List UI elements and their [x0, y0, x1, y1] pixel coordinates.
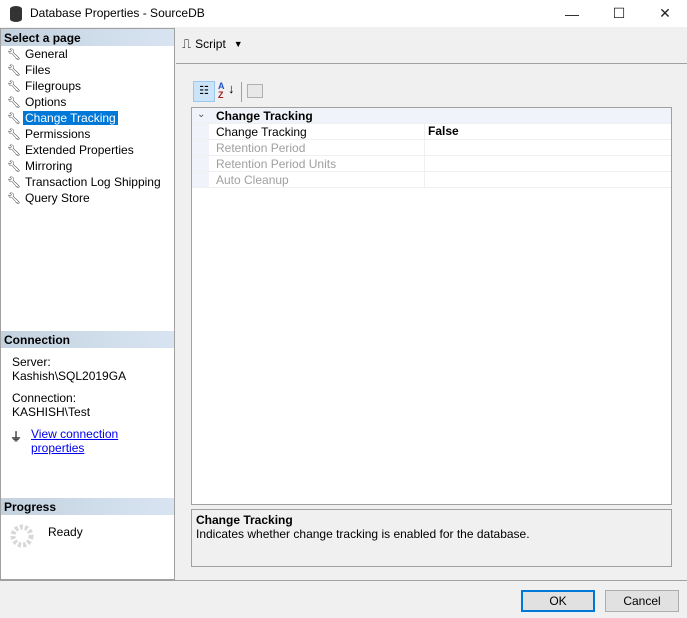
ok-button[interactable]: OK	[521, 590, 595, 612]
server-value: Kashish\SQL2019GA	[12, 369, 127, 383]
minimize-button[interactable]: —	[549, 0, 595, 27]
maximize-button[interactable]: ☐	[596, 0, 642, 27]
property-grid: ⌄ Change Tracking Change Tracking False Re…	[191, 107, 672, 505]
wrench-icon: 🔧︎	[7, 128, 21, 141]
wrench-icon: 🔧︎	[7, 80, 21, 93]
sidebar-item[interactable]: 🔧︎ Filegroups	[7, 78, 83, 94]
toolbar-separator	[241, 82, 242, 102]
property-value	[424, 156, 671, 171]
property-value	[424, 172, 671, 187]
progress-status: Ready	[48, 525, 83, 539]
window-title: Database Properties - SourceDB	[30, 6, 205, 20]
property-value	[424, 140, 671, 155]
plug-icon: ⏚	[10, 430, 23, 444]
sidebar-item[interactable]: 🔧︎ Mirroring	[7, 158, 74, 174]
categorized-icon: ☷	[199, 85, 209, 97]
property-row[interactable]: Retention Period Units	[192, 156, 671, 172]
connection-value: KASHISH\Test	[12, 405, 91, 419]
sidebar-item-label: Options	[25, 95, 67, 109]
progress-spinner-icon	[10, 524, 34, 548]
view-connection-properties-link[interactable]: View connection properties	[31, 427, 174, 455]
property-name: Change Tracking	[216, 125, 307, 139]
sidebar-item-label: Extended Properties	[25, 143, 134, 157]
connection-label: Connection:	[12, 391, 77, 405]
property-row[interactable]: Change Tracking False	[192, 124, 671, 140]
sidebar-item[interactable]: 🔧︎ Permissions	[7, 126, 92, 142]
sidebar-item[interactable]: 🔧︎ Transaction Log Shipping	[7, 174, 163, 190]
wrench-icon: 🔧︎	[7, 160, 21, 173]
wrench-icon: 🔧︎	[7, 144, 21, 157]
progress-header: Progress	[1, 498, 174, 515]
sidebar-item-label: Permissions	[25, 127, 91, 141]
select-page-header: Select a page	[1, 29, 174, 46]
category-label: Change Tracking	[216, 109, 313, 123]
sidebar-item[interactable]: 🔧︎ Query Store	[7, 190, 92, 206]
description-title: Change Tracking	[196, 513, 293, 527]
sidebar-item-label: Mirroring	[25, 159, 73, 173]
property-name: Auto Cleanup	[216, 173, 289, 187]
sidebar-item-label: Files	[25, 63, 51, 77]
title-bar: Database Properties - SourceDB — ☐ ✕	[0, 0, 687, 27]
chevron-down-icon: ⌄	[197, 109, 206, 120]
script-button[interactable]: ⎍ Script ▼	[182, 36, 243, 52]
sidebar-item-label: Filegroups	[25, 79, 82, 93]
sidebar-item[interactable]: 🔧︎ Files	[7, 62, 52, 78]
sidebar-item-label: Query Store	[25, 191, 90, 205]
sort-az-icon: AZ	[218, 81, 225, 100]
chevron-down-icon: ▼	[233, 39, 243, 49]
wrench-icon: 🔧︎	[7, 112, 21, 125]
sidebar-item[interactable]: 🔧︎ Options	[7, 94, 68, 110]
property-name: Retention Period	[216, 141, 306, 155]
property-pages-button[interactable]	[247, 84, 263, 98]
sidebar-item[interactable]: 🔧︎ General	[7, 46, 70, 62]
close-button[interactable]: ✕	[642, 0, 687, 27]
categorized-view-button[interactable]: ☷	[193, 81, 215, 102]
property-name: Retention Period Units	[216, 157, 337, 171]
script-icon: ⎍	[182, 36, 192, 51]
category-row[interactable]: ⌄ Change Tracking	[192, 108, 671, 124]
wrench-icon: 🔧︎	[7, 192, 21, 205]
sidebar-item-label: Transaction Log Shipping	[25, 175, 161, 189]
database-icon	[10, 6, 22, 22]
footer-divider	[0, 580, 687, 581]
sidebar-item-label: Change Tracking	[23, 111, 118, 125]
property-value[interactable]: False	[424, 124, 671, 139]
connection-header: Connection	[1, 331, 174, 348]
alphabetical-sort-button[interactable]: A Z ↓	[218, 82, 236, 102]
description-panel: Change Tracking Indicates whether change…	[191, 509, 672, 567]
wrench-icon: 🔧︎	[7, 176, 21, 189]
sidebar-item-label: General	[25, 47, 68, 61]
wrench-icon: 🔧︎	[7, 48, 21, 61]
sidebar-item[interactable]: 🔧︎ Change Tracking	[7, 110, 118, 126]
server-label: Server:	[12, 355, 51, 369]
wrench-icon: 🔧︎	[7, 64, 21, 77]
description-text: Indicates whether change tracking is ena…	[196, 527, 530, 541]
cancel-button[interactable]: Cancel	[605, 590, 679, 612]
property-row[interactable]: Retention Period	[192, 140, 671, 156]
toolbar-divider	[176, 63, 687, 64]
script-label: Script	[195, 37, 226, 51]
sidebar-item[interactable]: 🔧︎ Extended Properties	[7, 142, 136, 158]
wrench-icon: 🔧︎	[7, 96, 21, 109]
property-row[interactable]: Auto Cleanup	[192, 172, 671, 188]
left-panel: Select a page 🔧︎ General 🔧︎ Files 🔧︎ Filegrou…	[0, 28, 175, 580]
